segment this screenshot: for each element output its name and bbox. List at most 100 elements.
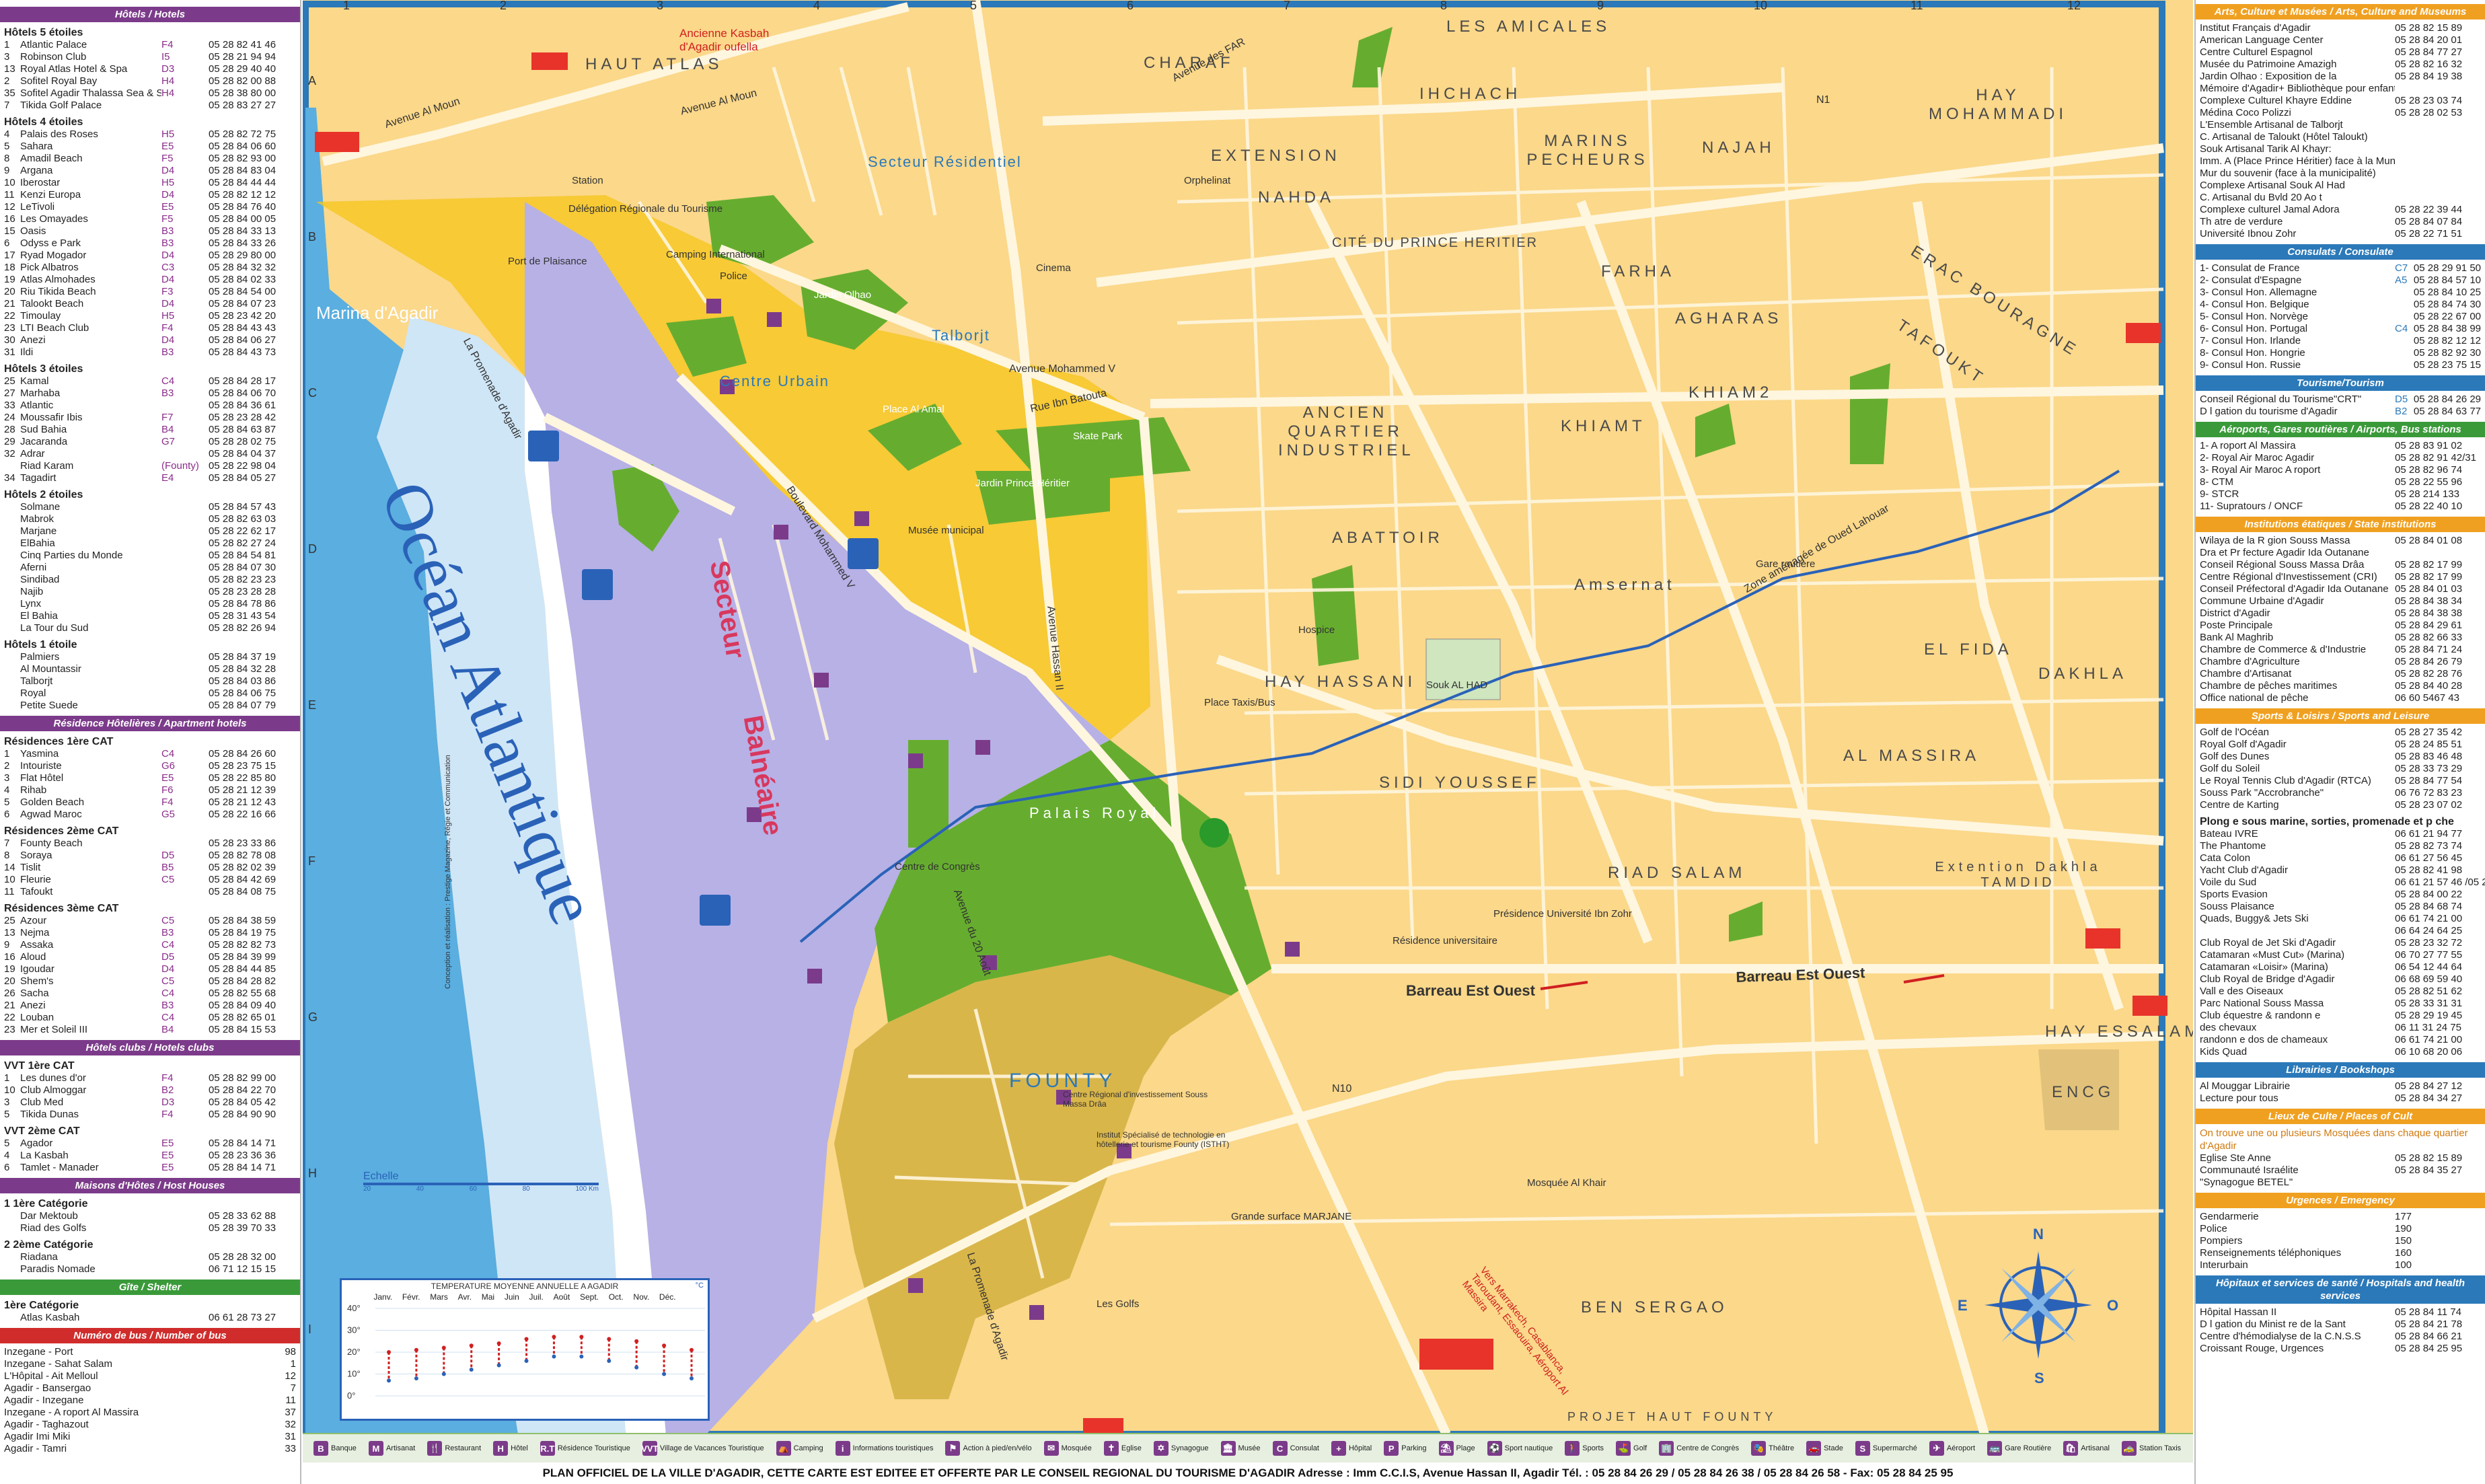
- place-marina[interactable]: Marina d'Agadir: [316, 303, 438, 324]
- table-row[interactable]: 24 Moussafir Ibis F7 05 28 23 28 42: [4, 412, 296, 424]
- table-row[interactable]: Chambre de pêches maritimes 05 28 84 40 2…: [2200, 680, 2481, 692]
- table-row[interactable]: Atlas Kasbah 06 61 28 73 27: [4, 1312, 296, 1324]
- table-row[interactable]: 22 Timoulay H5 05 28 23 42 20: [4, 310, 296, 322]
- table-row[interactable]: 13 Royal Atlas Hotel & Spa D3 05 28 29 40 4…: [4, 63, 296, 75]
- table-row[interactable]: Al Mountassir 05 28 84 32 28: [4, 663, 296, 675]
- table-row[interactable]: 22 Louban C4 05 28 82 65 01: [4, 1012, 296, 1024]
- table-row[interactable]: Agadir Imi Miki 31: [4, 1431, 296, 1443]
- palais-royal-marker[interactable]: [1199, 818, 1229, 848]
- table-row[interactable]: Lecture pour tous 05 28 84 34 27: [2200, 1092, 2481, 1105]
- place-hospice[interactable]: Hospice: [1298, 624, 1335, 636]
- table-row[interactable]: 23 Mer et Soleil III B4 05 28 84 15 53: [4, 1024, 296, 1036]
- table-row[interactable]: Mémoire d'Agadir+ Bibliothèque pour enfa…: [2200, 83, 2481, 95]
- table-row[interactable]: Talborjt 05 28 84 03 86: [4, 675, 296, 688]
- table-row[interactable]: 15 Oasis B3 05 28 84 33 13: [4, 225, 296, 237]
- place-port[interactable]: Port de Plaisance: [508, 256, 587, 267]
- table-row[interactable]: Golf de l'Océan 05 28 27 35 42: [2200, 727, 2481, 739]
- place-taxis[interactable]: Place Taxis/Bus: [1204, 697, 1275, 708]
- table-row[interactable]: Centre Régional d'Investissement (CRI) 05…: [2200, 571, 2481, 583]
- table-row[interactable]: 10 Club Almoggar B2 05 28 84 22 70: [4, 1084, 296, 1097]
- table-row[interactable]: Aferni 05 28 84 07 30: [4, 562, 296, 574]
- table-row[interactable]: 14 Tislit B5 05 28 82 02 39: [4, 862, 296, 874]
- table-row[interactable]: 16 Les Omayades F5 05 28 84 00 05: [4, 213, 296, 225]
- table-row[interactable]: L'Hôpital - Ait Melloul 12: [4, 1370, 296, 1382]
- table-row[interactable]: Najib 05 28 23 28 28: [4, 586, 296, 598]
- table-row[interactable]: Souss Park "Accrobranche" 06 76 72 83 23: [2200, 787, 2481, 799]
- place-camping[interactable]: Camping International: [666, 249, 765, 260]
- table-row[interactable]: 20 Riu Tikida Beach F3 05 28 84 54 00: [4, 286, 296, 298]
- table-row[interactable]: Hôpital Hassan II 05 28 84 11 74: [2200, 1306, 2481, 1319]
- city-map[interactable]: 1 2 3 4 5 6 7 8 9 10 11 12 ABCDEFGHI Océan Atlantiq…: [303, 0, 2193, 1460]
- table-row[interactable]: Parc National Souss Massa 05 28 33 31 31: [2200, 998, 2481, 1010]
- table-row[interactable]: Renseignements téléphoniques 160: [2200, 1247, 2481, 1259]
- table-row[interactable]: Marjane 05 28 22 62 17: [4, 525, 296, 537]
- table-row[interactable]: Inzegane - Sahat Salam 1: [4, 1358, 296, 1370]
- table-row[interactable]: D l gation du Minist re de la Sant 05 28 …: [2200, 1319, 2481, 1331]
- table-row[interactable]: Chambre d'Agriculture 05 28 84 26 79: [2200, 656, 2481, 668]
- table-row[interactable]: 2- Royal Air Maroc Agadir 05 28 82 91 42/…: [2200, 452, 2481, 464]
- table-row[interactable]: 2 Intouriste G6 05 28 23 75 15: [4, 760, 296, 772]
- table-row[interactable]: 33 Atlantic 05 28 84 36 61: [4, 400, 296, 412]
- table-row[interactable]: 06 64 24 64 25: [2200, 925, 2481, 937]
- table-row[interactable]: Police 190: [2200, 1223, 2481, 1235]
- table-row[interactable]: District d'Agadir 05 28 84 38 38: [2200, 607, 2481, 620]
- map-canvas[interactable]: [303, 0, 2193, 1460]
- table-row[interactable]: Dar Mektoub 05 28 33 62 88: [4, 1210, 296, 1222]
- table-row[interactable]: Palmiers 05 28 84 37 19: [4, 651, 296, 663]
- table-row[interactable]: Centre de Karting 05 28 23 07 02: [2200, 799, 2481, 811]
- table-row[interactable]: Catamaran «Must Cut» (Marina) 06 70 27 77…: [2200, 949, 2481, 961]
- table-row[interactable]: Th atre de verdure 05 28 84 07 84: [2200, 216, 2481, 228]
- place-congres[interactable]: Centre de Congrès: [895, 861, 980, 873]
- table-row[interactable]: 1 Yasmina C4 05 28 84 26 60: [4, 748, 296, 760]
- table-row[interactable]: ElBahia 05 28 82 27 24: [4, 537, 296, 550]
- table-row[interactable]: Club Royal de Bridge d'Agadir 06 68 69 59…: [2200, 973, 2481, 986]
- table-row[interactable]: Bateau IVRE 06 61 21 94 77: [2200, 828, 2481, 840]
- place-olhao[interactable]: Jardin Olhao: [814, 289, 871, 301]
- table-row[interactable]: Cata Colon 06 61 27 56 45: [2200, 852, 2481, 864]
- table-row[interactable]: 7 Founty Beach 05 28 23 33 86: [4, 838, 296, 850]
- table-row[interactable]: Petite Suede 05 28 84 07 79: [4, 700, 296, 712]
- table-row[interactable]: D l gation du tourisme d'Agadir B2 05 28 8…: [2200, 406, 2481, 418]
- table-row[interactable]: 1 Les dunes d'or F4 05 28 82 99 00: [4, 1072, 296, 1084]
- table-row[interactable]: Centre Culturel Espagnol 05 28 84 77 27: [2200, 46, 2481, 59]
- table-row[interactable]: Kids Quad 06 10 68 20 06: [2200, 1046, 2481, 1058]
- place-cinema[interactable]: Cinema: [1036, 262, 1071, 274]
- table-row[interactable]: 18 Pick Albatros C3 05 28 84 32 32: [4, 262, 296, 274]
- table-row[interactable]: 3 Robinson Club I5 05 28 21 94 94: [4, 51, 296, 63]
- table-row[interactable]: The Phantome 05 28 82 73 74: [2200, 840, 2481, 852]
- table-row[interactable]: 23 LTI Beach Club F4 05 28 84 43 43: [4, 322, 296, 334]
- place-marjane[interactable]: Grande surface MARJANE: [1231, 1211, 1351, 1222]
- table-row[interactable]: Médina Coco Polizzi 05 28 28 02 53: [2200, 107, 2481, 119]
- table-row[interactable]: 16 Aloud D5 05 28 84 39 99: [4, 951, 296, 963]
- table-row[interactable]: 19 Igoudar D4 05 28 84 44 85: [4, 963, 296, 975]
- place-jardin-prince[interactable]: Jardin Prince Héritier: [975, 478, 1070, 489]
- table-row[interactable]: Club Royal de Jet Ski d'Agadir 05 28 23 3…: [2200, 937, 2481, 949]
- table-row[interactable]: 5 Agador E5 05 28 84 14 71: [4, 1138, 296, 1150]
- table-row[interactable]: 6 Tamlet - Manader E5 05 28 84 14 71: [4, 1162, 296, 1174]
- table-row[interactable]: C. Artisanal du Bvld 20 Ao t: [2200, 192, 2481, 204]
- table-row[interactable]: C. Artisanal de Taloukt (Hôtel Taloukt): [2200, 131, 2481, 143]
- table-row[interactable]: 1 Atlantic Palace F4 05 28 82 41 46: [4, 39, 296, 51]
- table-row[interactable]: Solmane 05 28 84 57 43: [4, 501, 296, 513]
- table-row[interactable]: Agadir - Taghazout 32: [4, 1419, 296, 1431]
- table-row[interactable]: 34 Tagadirt E4 05 28 84 05 27: [4, 472, 296, 484]
- place-amal[interactable]: Place Al Amal: [883, 404, 944, 415]
- table-row[interactable]: Golf du Soleil 05 28 33 73 29: [2200, 763, 2481, 775]
- table-row[interactable]: Lynx 05 28 84 78 86: [4, 598, 296, 610]
- table-row[interactable]: El Bahia 05 28 31 43 54: [4, 610, 296, 622]
- table-row[interactable]: 9- Consul Hon. Russie 05 28 23 75 15: [2200, 359, 2481, 371]
- table-row[interactable]: 11 Kenzi Europa D4 05 28 82 12 12: [4, 189, 296, 201]
- table-row[interactable]: Quads, Buggy& Jets Ski 06 61 74 21 00: [2200, 913, 2481, 925]
- table-row[interactable]: Wilaya de la R gion Souss Massa 05 28 84 …: [2200, 535, 2481, 547]
- place-police[interactable]: Police: [720, 270, 747, 282]
- table-row[interactable]: Souk Artisanal Tarik Al Khayr:: [2200, 143, 2481, 155]
- table-row[interactable]: "Synagogue BETEL": [2200, 1177, 2481, 1189]
- table-row[interactable]: 8- Consul Hon. Hongrie 05 28 82 92 30: [2200, 347, 2481, 359]
- table-row[interactable]: Agadir - Bansergao 7: [4, 1382, 296, 1395]
- table-row[interactable]: 8 Amadil Beach F5 05 28 82 93 00: [4, 153, 296, 165]
- table-row[interactable]: Eglise Ste Anne 05 28 82 15 89: [2200, 1152, 2481, 1164]
- place-kasbah[interactable]: Ancienne Kasbah d'Agadir oufella: [679, 27, 801, 54]
- table-row[interactable]: Complexe culturel Jamal Adora 05 28 22 39…: [2200, 204, 2481, 216]
- place-golfs[interactable]: Les Golfs: [1097, 1298, 1139, 1310]
- table-row[interactable]: Souss Plaisance 05 28 84 68 74: [2200, 901, 2481, 913]
